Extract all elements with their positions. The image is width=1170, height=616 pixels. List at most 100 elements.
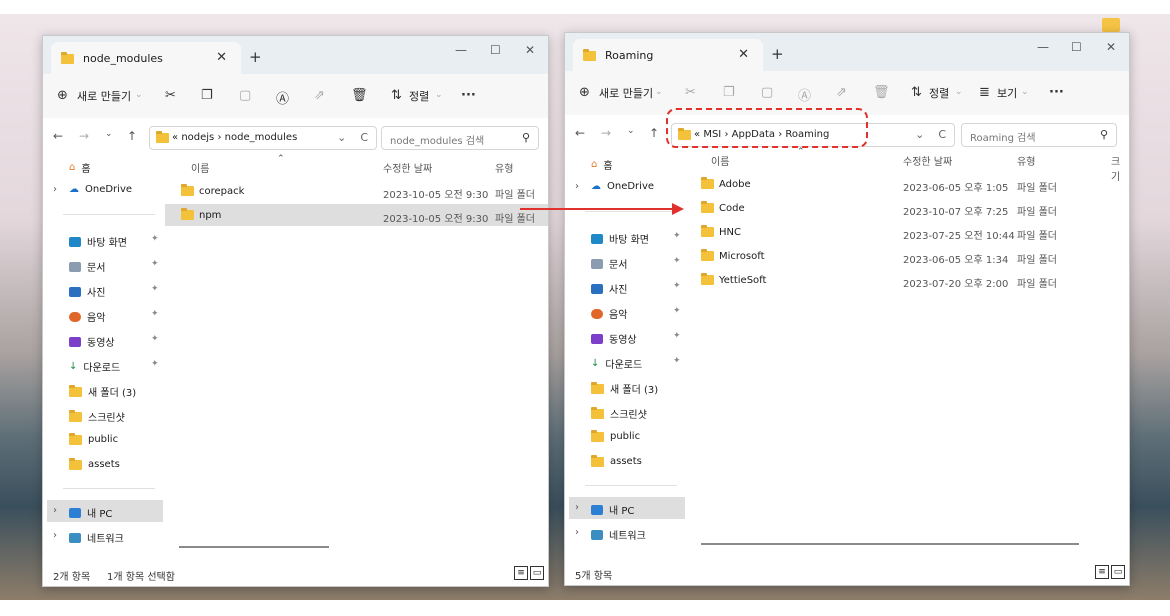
nav-item-videos[interactable]: 동영상: [591, 331, 637, 346]
tab-node-modules[interactable]: node_modules ✕: [51, 42, 241, 74]
view-button[interactable]: 보기: [997, 85, 1017, 101]
list-item[interactable]: YettieSoft: [701, 273, 766, 286]
chevron-right-icon[interactable]: ›: [53, 184, 57, 195]
share-icon[interactable]: ⇗: [314, 88, 325, 103]
new-button[interactable]: 새로 만들기: [599, 85, 653, 101]
nav-item-desktop[interactable]: 바탕 화면: [591, 231, 649, 246]
new-tab-icon[interactable]: +: [249, 48, 262, 66]
close-window-icon[interactable]: ✕: [525, 43, 535, 57]
pin-icon[interactable]: ✦: [151, 234, 159, 244]
column-header-date[interactable]: 수정한 날짜: [903, 153, 952, 168]
delete-icon[interactable]: 🗑: [873, 85, 890, 100]
add-circle-icon[interactable]: ⊕: [579, 85, 590, 100]
column-header-name[interactable]: 이름: [191, 160, 209, 175]
add-circle-icon[interactable]: ⊕: [57, 88, 68, 103]
pin-icon[interactable]: ✦: [673, 256, 681, 266]
nav-item-music[interactable]: 음악: [591, 306, 627, 321]
chevron-right-icon[interactable]: ›: [53, 530, 57, 541]
path-segment[interactable]: node_modules: [225, 132, 298, 143]
chevron-down-icon[interactable]: ⌄: [655, 87, 663, 97]
nav-item-downloads[interactable]: ↓ 다운로드: [69, 359, 120, 374]
new-tab-icon[interactable]: +: [771, 45, 784, 63]
horizontal-scrollbar[interactable]: [701, 543, 1079, 545]
nav-item-desktop[interactable]: 바탕 화면: [69, 234, 127, 249]
refresh-icon[interactable]: C: [938, 128, 946, 141]
maximize-icon[interactable]: ☐: [1071, 40, 1082, 54]
nav-item-downloads[interactable]: ↓ 다운로드: [591, 356, 642, 371]
more-options-icon[interactable]: ···: [461, 88, 476, 103]
close-window-icon[interactable]: ✕: [1106, 40, 1116, 54]
nav-item-documents[interactable]: 문서: [591, 256, 627, 271]
nav-item-new-folder[interactable]: 새 폴더 (3): [591, 381, 658, 396]
details-view-icon[interactable]: ≡: [1095, 565, 1109, 579]
sort-icon[interactable]: ⇅: [391, 88, 402, 103]
list-item[interactable]: Code: [701, 201, 745, 214]
nav-item-screenshots[interactable]: 스크린샷: [591, 406, 647, 421]
forward-icon[interactable]: →: [79, 129, 89, 143]
new-button[interactable]: 새로 만들기: [77, 88, 131, 104]
pin-icon[interactable]: ✦: [673, 356, 681, 366]
nav-item-home[interactable]: ⌂ 홈: [69, 160, 91, 175]
list-item[interactable]: npm: [181, 208, 221, 221]
chevron-down-icon[interactable]: ⌄: [337, 131, 346, 144]
refresh-icon[interactable]: C: [360, 131, 368, 144]
sort-button[interactable]: 정렬: [929, 85, 949, 101]
recent-chevron-icon[interactable]: ⌄: [627, 126, 635, 136]
pin-icon[interactable]: ✦: [673, 331, 681, 341]
search-icon[interactable]: ⚲: [522, 131, 530, 144]
nav-item-new-folder[interactable]: 새 폴더 (3): [69, 384, 136, 399]
nav-item-assets[interactable]: assets: [591, 454, 642, 467]
sort-button[interactable]: 정렬: [409, 88, 429, 104]
column-header-size[interactable]: 크기: [1111, 153, 1129, 183]
search-icon[interactable]: ⚲: [1100, 128, 1108, 141]
list-item[interactable]: corepack: [181, 184, 244, 197]
view-icon[interactable]: ≣: [979, 85, 990, 100]
chevron-right-icon[interactable]: ›: [53, 505, 57, 516]
chevron-right-icon[interactable]: ›: [575, 527, 579, 538]
chevron-down-icon[interactable]: ⌄: [955, 87, 963, 97]
close-tab-icon[interactable]: ✕: [216, 50, 227, 65]
chevron-down-icon[interactable]: ⌄: [435, 90, 443, 100]
path-breadcrumb[interactable]: « nodejs › node_modules: [172, 132, 297, 143]
chevron-right-icon[interactable]: ›: [575, 181, 579, 192]
chevron-right-icon[interactable]: ›: [575, 502, 579, 513]
nav-item-network[interactable]: 네트워크: [591, 527, 646, 542]
rename-icon[interactable]: Ⓐ: [798, 85, 811, 104]
chevron-down-icon[interactable]: ⌄: [1021, 87, 1029, 97]
up-icon[interactable]: ↑: [127, 129, 137, 143]
nav-item-onedrive[interactable]: ☁ OneDrive: [69, 184, 132, 195]
up-icon[interactable]: ↑: [649, 126, 659, 140]
list-item[interactable]: HNC: [701, 225, 741, 238]
selected-row[interactable]: [165, 204, 548, 226]
minimize-icon[interactable]: —: [1037, 40, 1049, 54]
recent-chevron-icon[interactable]: ⌄: [105, 129, 113, 139]
nav-item-pictures[interactable]: 사진: [69, 284, 105, 299]
nav-item-assets[interactable]: assets: [69, 457, 120, 470]
nav-item-screenshots[interactable]: 스크린샷: [69, 409, 125, 424]
back-icon[interactable]: ←: [575, 126, 585, 140]
paste-icon[interactable]: ▢: [761, 85, 773, 100]
close-tab-icon[interactable]: ✕: [738, 47, 749, 62]
column-header-name[interactable]: 이름: [711, 153, 729, 168]
nav-item-public[interactable]: public: [591, 429, 640, 442]
column-header-date[interactable]: 수정한 날짜: [383, 160, 432, 175]
share-icon[interactable]: ⇗: [836, 85, 847, 100]
nav-item-videos[interactable]: 동영상: [69, 334, 115, 349]
maximize-icon[interactable]: ☐: [490, 43, 501, 57]
column-header-type[interactable]: 유형: [1017, 153, 1035, 168]
nav-item-public[interactable]: public: [69, 432, 118, 445]
path-segment[interactable]: nodejs: [181, 132, 214, 143]
delete-icon[interactable]: 🗑: [351, 88, 368, 103]
pin-icon[interactable]: ✦: [151, 359, 159, 369]
pin-icon[interactable]: ✦: [151, 309, 159, 319]
tiles-view-icon[interactable]: ▭: [1111, 565, 1125, 579]
pin-icon[interactable]: ✦: [673, 306, 681, 316]
pin-icon[interactable]: ✦: [151, 334, 159, 344]
copy-icon[interactable]: ❐: [201, 88, 213, 103]
chevron-down-icon[interactable]: ⌄: [915, 128, 924, 141]
forward-icon[interactable]: →: [601, 126, 611, 140]
desktop-folder-icon[interactable]: [1102, 18, 1120, 32]
paste-icon[interactable]: ▢: [239, 88, 251, 103]
chevron-down-icon[interactable]: ⌄: [135, 90, 143, 100]
pin-icon[interactable]: ✦: [151, 284, 159, 294]
